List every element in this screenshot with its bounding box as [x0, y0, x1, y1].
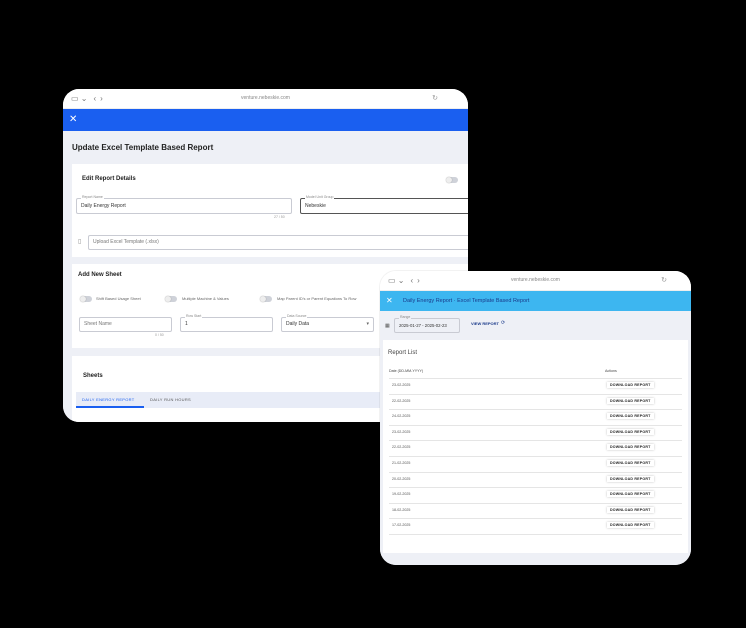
tab-daily-run-hours[interactable]: DAILY RUN HOURS [150, 397, 191, 402]
column-header-actions: Actions [605, 369, 617, 373]
report-date: 21-02-2025 [392, 461, 411, 465]
multi-machine-toggle[interactable] [165, 296, 177, 302]
column-header-date: Date (DD-MM-YYYY) [389, 369, 424, 373]
download-report-button[interactable]: DOWNLOAD REPORT [607, 382, 654, 388]
row-divider [389, 409, 682, 411]
download-report-button[interactable]: DOWNLOAD REPORT [607, 460, 654, 466]
dialog-header: ✕ [63, 109, 468, 132]
report-date: 17-02-2025 [392, 523, 411, 528]
report-date: 20-02-2025 [392, 476, 411, 481]
report-header: ✕ Daily Energy Report · Excel Template B… [380, 291, 691, 312]
report-body: ▦ Range 2025-01-27 - 2025-02-23 VIEW REP… [380, 311, 691, 565]
refresh-icon[interactable]: ⟳ [501, 320, 505, 326]
row-divider [389, 518, 682, 520]
chevron-down-icon: ▾ [366, 321, 369, 327]
report-date: 19-02-2025 [392, 492, 411, 497]
tab-daily-energy[interactable]: DAILY ENERGY REPORT [82, 397, 135, 402]
list-title: Report List [388, 350, 418, 356]
report-details-card: Edit Report Details Report Name Daily En… [72, 164, 468, 257]
active-tab-indicator [76, 406, 144, 408]
row-divider [389, 534, 682, 535]
report-date: 24-02-2025 [392, 414, 411, 419]
report-date: 23-02-2025 [392, 383, 411, 387]
row-divider [389, 471, 682, 473]
close-icon[interactable]: ✕ [69, 114, 77, 125]
download-report-button[interactable]: DOWNLOAD REPORT [607, 522, 654, 529]
date-range-field[interactable]: Range 2025-01-27 - 2025-02-23 [394, 315, 460, 333]
sheet-name-field[interactable]: Sheet Name [79, 317, 172, 332]
row-divider [389, 502, 682, 504]
reload-icon[interactable]: ↻ [432, 94, 438, 102]
download-report-button[interactable]: DOWNLOAD REPORT [607, 428, 654, 435]
report-date: 23-02-2025 [392, 429, 411, 434]
report-list-card: Report List Date (DD-MM-YYYY) Actions 23… [383, 340, 688, 553]
download-report-button[interactable]: DOWNLOAD REPORT [607, 475, 654, 482]
download-report-button[interactable]: DOWNLOAD REPORT [607, 444, 654, 451]
report-name-field[interactable]: Report Name Daily Energy Report [76, 195, 292, 214]
download-report-button[interactable]: DOWNLOAD REPORT [607, 413, 654, 420]
details-toggle[interactable] [446, 177, 458, 183]
section-title: Edit Report Details [82, 176, 136, 182]
row-start-field[interactable]: Row Start 1 [180, 314, 273, 332]
download-report-button[interactable]: DOWNLOAD REPORT [607, 397, 654, 404]
row-divider [389, 424, 682, 426]
report-list-window: ▭ ⌄ ‹ › venture.nebeskie.com ↻ ✕ Daily E… [380, 271, 691, 565]
address-bar[interactable]: venture.nebeskie.com [63, 95, 468, 101]
close-icon[interactable]: ✕ [386, 296, 393, 305]
char-counter: 0 / 50 [155, 333, 164, 337]
report-date: 22-02-2025 [392, 398, 411, 403]
report-date: 18-02-2025 [392, 507, 411, 512]
upload-template-field[interactable]: Upload Excel Template (.xlsx) [88, 235, 468, 250]
download-report-button[interactable]: DOWNLOAD REPORT [607, 506, 654, 513]
section-title: Sheets [83, 373, 103, 379]
data-source-select[interactable]: Data Source Daily Data ▾ [281, 314, 374, 332]
browser-toolbar: ▭ ⌄ ‹ › venture.nebeskie.com ↻ [380, 271, 691, 291]
char-counter: 27 / 50 [274, 215, 285, 219]
reload-icon[interactable]: ↻ [661, 276, 667, 284]
row-divider [389, 440, 682, 442]
report-date: 22-02-2025 [392, 445, 411, 450]
address-bar[interactable]: venture.nebeskie.com [380, 277, 691, 283]
row-divider [389, 487, 682, 489]
attach-icon: ▯ [78, 239, 82, 245]
download-report-button[interactable]: DOWNLOAD REPORT [607, 491, 654, 498]
browser-toolbar: ▭ ⌄ ‹ › venture.nebeskie.com ↻ [63, 89, 468, 109]
view-report-button[interactable]: VIEW REPORT [471, 321, 499, 326]
row-divider [389, 456, 682, 457]
page-title: Update Excel Template Based Report [72, 143, 214, 152]
group-select[interactable]: Model Unit Group Nebeskie [300, 195, 468, 214]
section-title: Add New Sheet [78, 272, 122, 278]
map-parent-toggle[interactable] [260, 296, 272, 302]
shift-toggle[interactable] [80, 296, 92, 302]
row-divider [389, 378, 682, 379]
calendar-icon: ▦ [385, 323, 390, 329]
row-divider [389, 393, 682, 395]
report-title: Daily Energy Report · Excel Template Bas… [403, 298, 530, 304]
